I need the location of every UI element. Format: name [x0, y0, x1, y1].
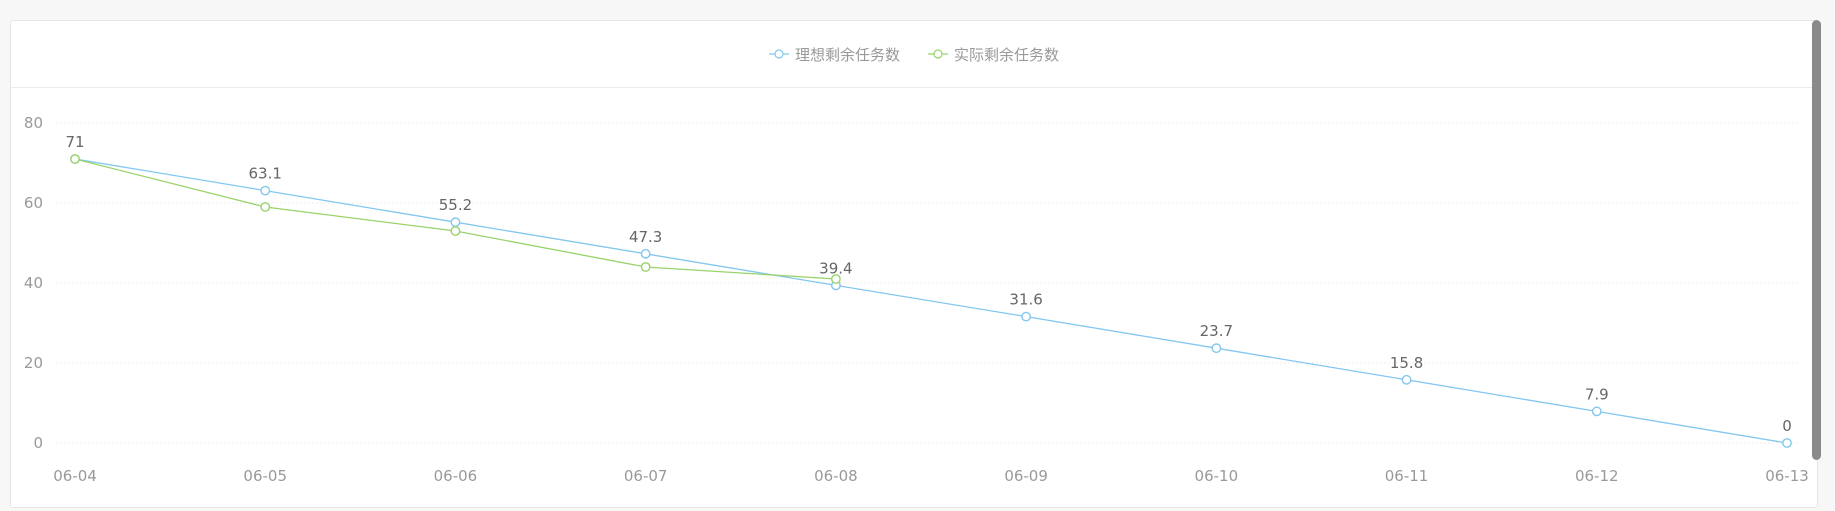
data-point-s0 — [1021, 311, 1032, 322]
y-tick-label: 80 — [24, 114, 43, 132]
data-label: 71 — [65, 133, 84, 151]
data-label: 55.2 — [439, 196, 472, 214]
x-tick-label: 06-05 — [243, 467, 287, 485]
data-point-s0 — [450, 217, 461, 228]
x-tick-label: 06-12 — [1575, 467, 1619, 485]
x-tick-label: 06-11 — [1385, 467, 1429, 485]
y-tick-label: 20 — [24, 354, 43, 372]
data-point-s0 — [1211, 343, 1222, 354]
x-tick-label: 06-08 — [814, 467, 858, 485]
x-tick-label: 06-04 — [53, 467, 97, 485]
y-tick-label: 40 — [24, 274, 43, 292]
burndown-chart: 0 20 40 60 80 06-04 06-05 06-06 06-07 06-08 06-09 0… — [24, 114, 1809, 485]
x-tick-label: 06-10 — [1195, 467, 1239, 485]
x-tick-label: 06-09 — [1004, 467, 1048, 485]
data-point-s1 — [70, 154, 80, 164]
x-tick-label: 06-07 — [624, 467, 668, 485]
data-point-s0 — [640, 248, 651, 259]
data-label: 7.9 — [1585, 385, 1609, 403]
data-point-s1 — [260, 202, 271, 212]
data-label: 23.7 — [1200, 322, 1233, 340]
data-point-s1 — [830, 274, 841, 284]
data-point-s0 — [1591, 406, 1602, 417]
data-point-s0 — [1782, 438, 1792, 448]
data-point-s0 — [260, 185, 271, 196]
data-label: 63.1 — [249, 165, 282, 183]
data-label: 0 — [1782, 417, 1792, 435]
x-tick-label: 06-06 — [434, 467, 478, 485]
data-label: 31.6 — [1009, 291, 1042, 309]
y-tick-label: 60 — [24, 194, 43, 212]
series-line-0 — [74, 158, 1788, 444]
y-tick-label: 0 — [33, 434, 43, 452]
data-point-s1 — [450, 226, 461, 236]
data-label: 15.8 — [1390, 354, 1423, 372]
data-label: 47.3 — [629, 228, 662, 246]
vertical-scrollbar[interactable] — [1812, 20, 1821, 460]
data-point-s0 — [1401, 374, 1412, 385]
data-point-s1 — [640, 262, 651, 272]
x-tick-label: 06-13 — [1765, 467, 1809, 485]
